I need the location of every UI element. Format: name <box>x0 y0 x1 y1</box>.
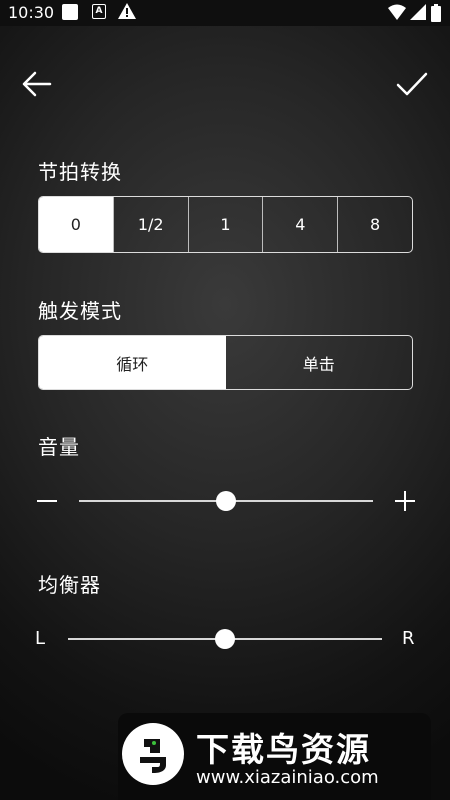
equalizer-right-label: R <box>402 628 415 649</box>
warning-icon <box>118 3 136 19</box>
status-bar: 10:30 A <box>0 0 450 26</box>
bird-logo-icon <box>122 723 184 785</box>
beat-option-1-2[interactable]: 1/2 <box>112 197 188 252</box>
minus-icon[interactable] <box>36 490 58 512</box>
equalizer-slider-thumb[interactable] <box>215 629 235 649</box>
volume-slider-thumb[interactable] <box>216 491 236 511</box>
beat-option-8[interactable]: 8 <box>337 197 412 252</box>
watermark-url: www.xiazainiao.com <box>196 767 379 788</box>
trigger-mode-segmented-control: 循环 单击 <box>38 335 413 390</box>
equalizer-title: 均衡器 <box>38 573 101 597</box>
trigger-option-single[interactable]: 单击 <box>226 336 413 389</box>
trigger-mode-title: 触发模式 <box>38 299 122 323</box>
back-arrow-icon[interactable] <box>20 68 54 100</box>
a-badge-notification-icon: A <box>92 4 106 19</box>
beat-option-4[interactable]: 4 <box>262 197 337 252</box>
beat-conversion-segmented-control: 0 1/2 1 4 8 <box>38 196 413 253</box>
battery-icon <box>431 4 441 22</box>
checkmark-icon[interactable] <box>394 68 430 100</box>
status-time: 10:30 <box>8 3 55 22</box>
trigger-option-loop[interactable]: 循环 <box>39 336 226 389</box>
square-notification-icon <box>62 4 78 20</box>
beat-conversion-title: 节拍转换 <box>38 160 122 184</box>
watermark-title: 下载鸟资源 <box>196 730 371 769</box>
signal-icon <box>410 4 426 20</box>
beat-option-0[interactable]: 0 <box>39 197 113 252</box>
beat-option-1[interactable]: 1 <box>187 197 263 252</box>
equalizer-left-label: L <box>35 628 46 649</box>
volume-title: 音量 <box>38 435 80 459</box>
plus-icon[interactable] <box>394 490 416 512</box>
watermark-banner: 下载鸟资源 www.xiazainiao.com <box>118 713 431 800</box>
wifi-icon <box>388 4 406 20</box>
